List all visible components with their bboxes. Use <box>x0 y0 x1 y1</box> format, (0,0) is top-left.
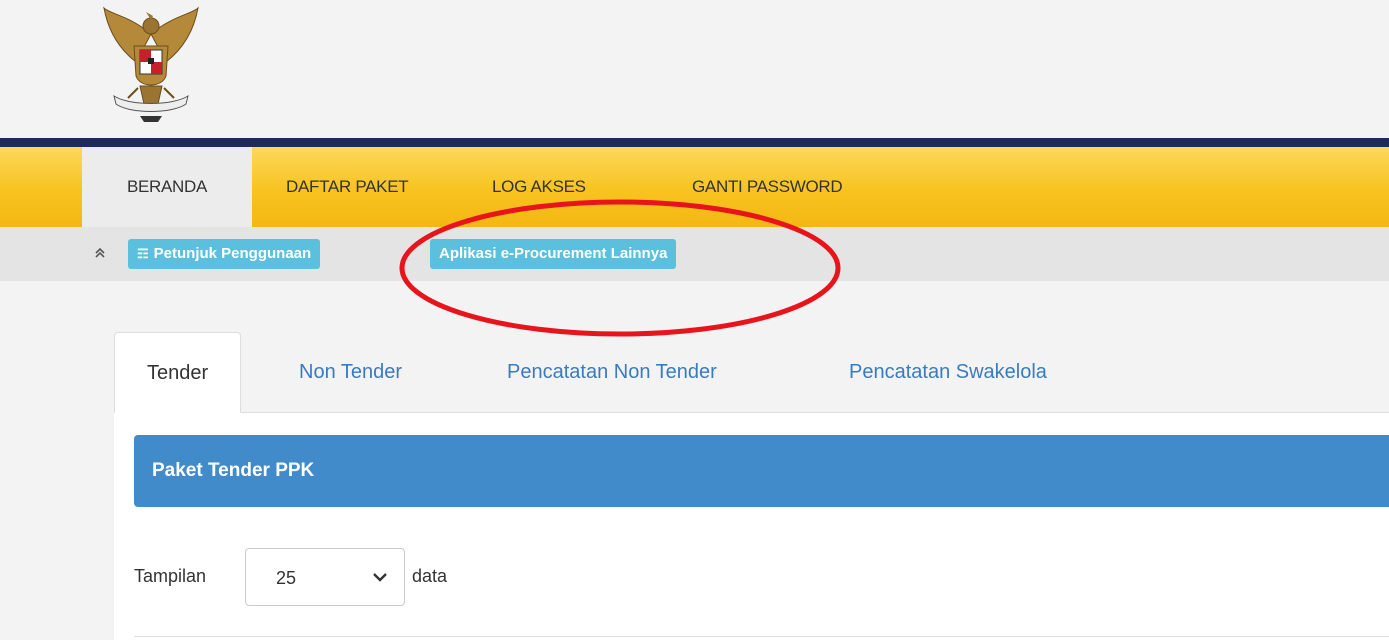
double-chevron-up-icon[interactable] <box>93 246 107 260</box>
panel-heading: Paket Tender PPK <box>134 435 1389 507</box>
tab-pencatatan-swakelola[interactable]: Pencatatan Swakelola <box>849 332 1047 412</box>
nav-log-akses[interactable]: LOG AKSES <box>492 147 586 227</box>
chevron-down-icon <box>373 573 387 582</box>
book-icon: ☶ <box>137 246 149 261</box>
nav-daftar-paket[interactable]: DAFTAR PAKET <box>286 147 409 227</box>
tab-non-tender[interactable]: Non Tender <box>299 332 402 412</box>
tab-tender[interactable]: Tender <box>114 332 242 413</box>
garuda-emblem-icon <box>103 6 199 122</box>
tender-panel: Paket Tender PPK Tampilan 25 data <box>114 413 1389 640</box>
length-suffix-label: data <box>412 566 448 586</box>
tab-pencatatan-non-tender[interactable]: Pencatatan Non Tender <box>507 332 717 412</box>
page-header <box>0 0 1389 138</box>
other-apps-button[interactable]: Aplikasi e-Procurement Lainnya <box>430 239 677 269</box>
nav-beranda[interactable]: BERANDA <box>82 147 252 227</box>
main-nav: BERANDA DAFTAR PAKET LOG AKSES GANTI PAS… <box>0 147 1389 227</box>
other-apps-button-label: Aplikasi e-Procurement Lainnya <box>439 245 668 262</box>
nav-ganti-password[interactable]: GANTI PASSWORD <box>692 147 843 227</box>
guide-button-label: Petunjuk Penggunaan <box>153 245 312 262</box>
table-top-border <box>134 636 1389 637</box>
content-area: Tender Non Tender Pencatatan Non Tender … <box>114 332 1389 640</box>
guide-button[interactable]: ☶ Petunjuk Penggunaan <box>128 239 321 269</box>
header-stripe <box>0 138 1389 147</box>
page-length-value: 25 <box>276 568 297 588</box>
length-prefix-label: Tampilan <box>134 566 207 586</box>
page-length-select[interactable]: 25 <box>245 548 405 606</box>
